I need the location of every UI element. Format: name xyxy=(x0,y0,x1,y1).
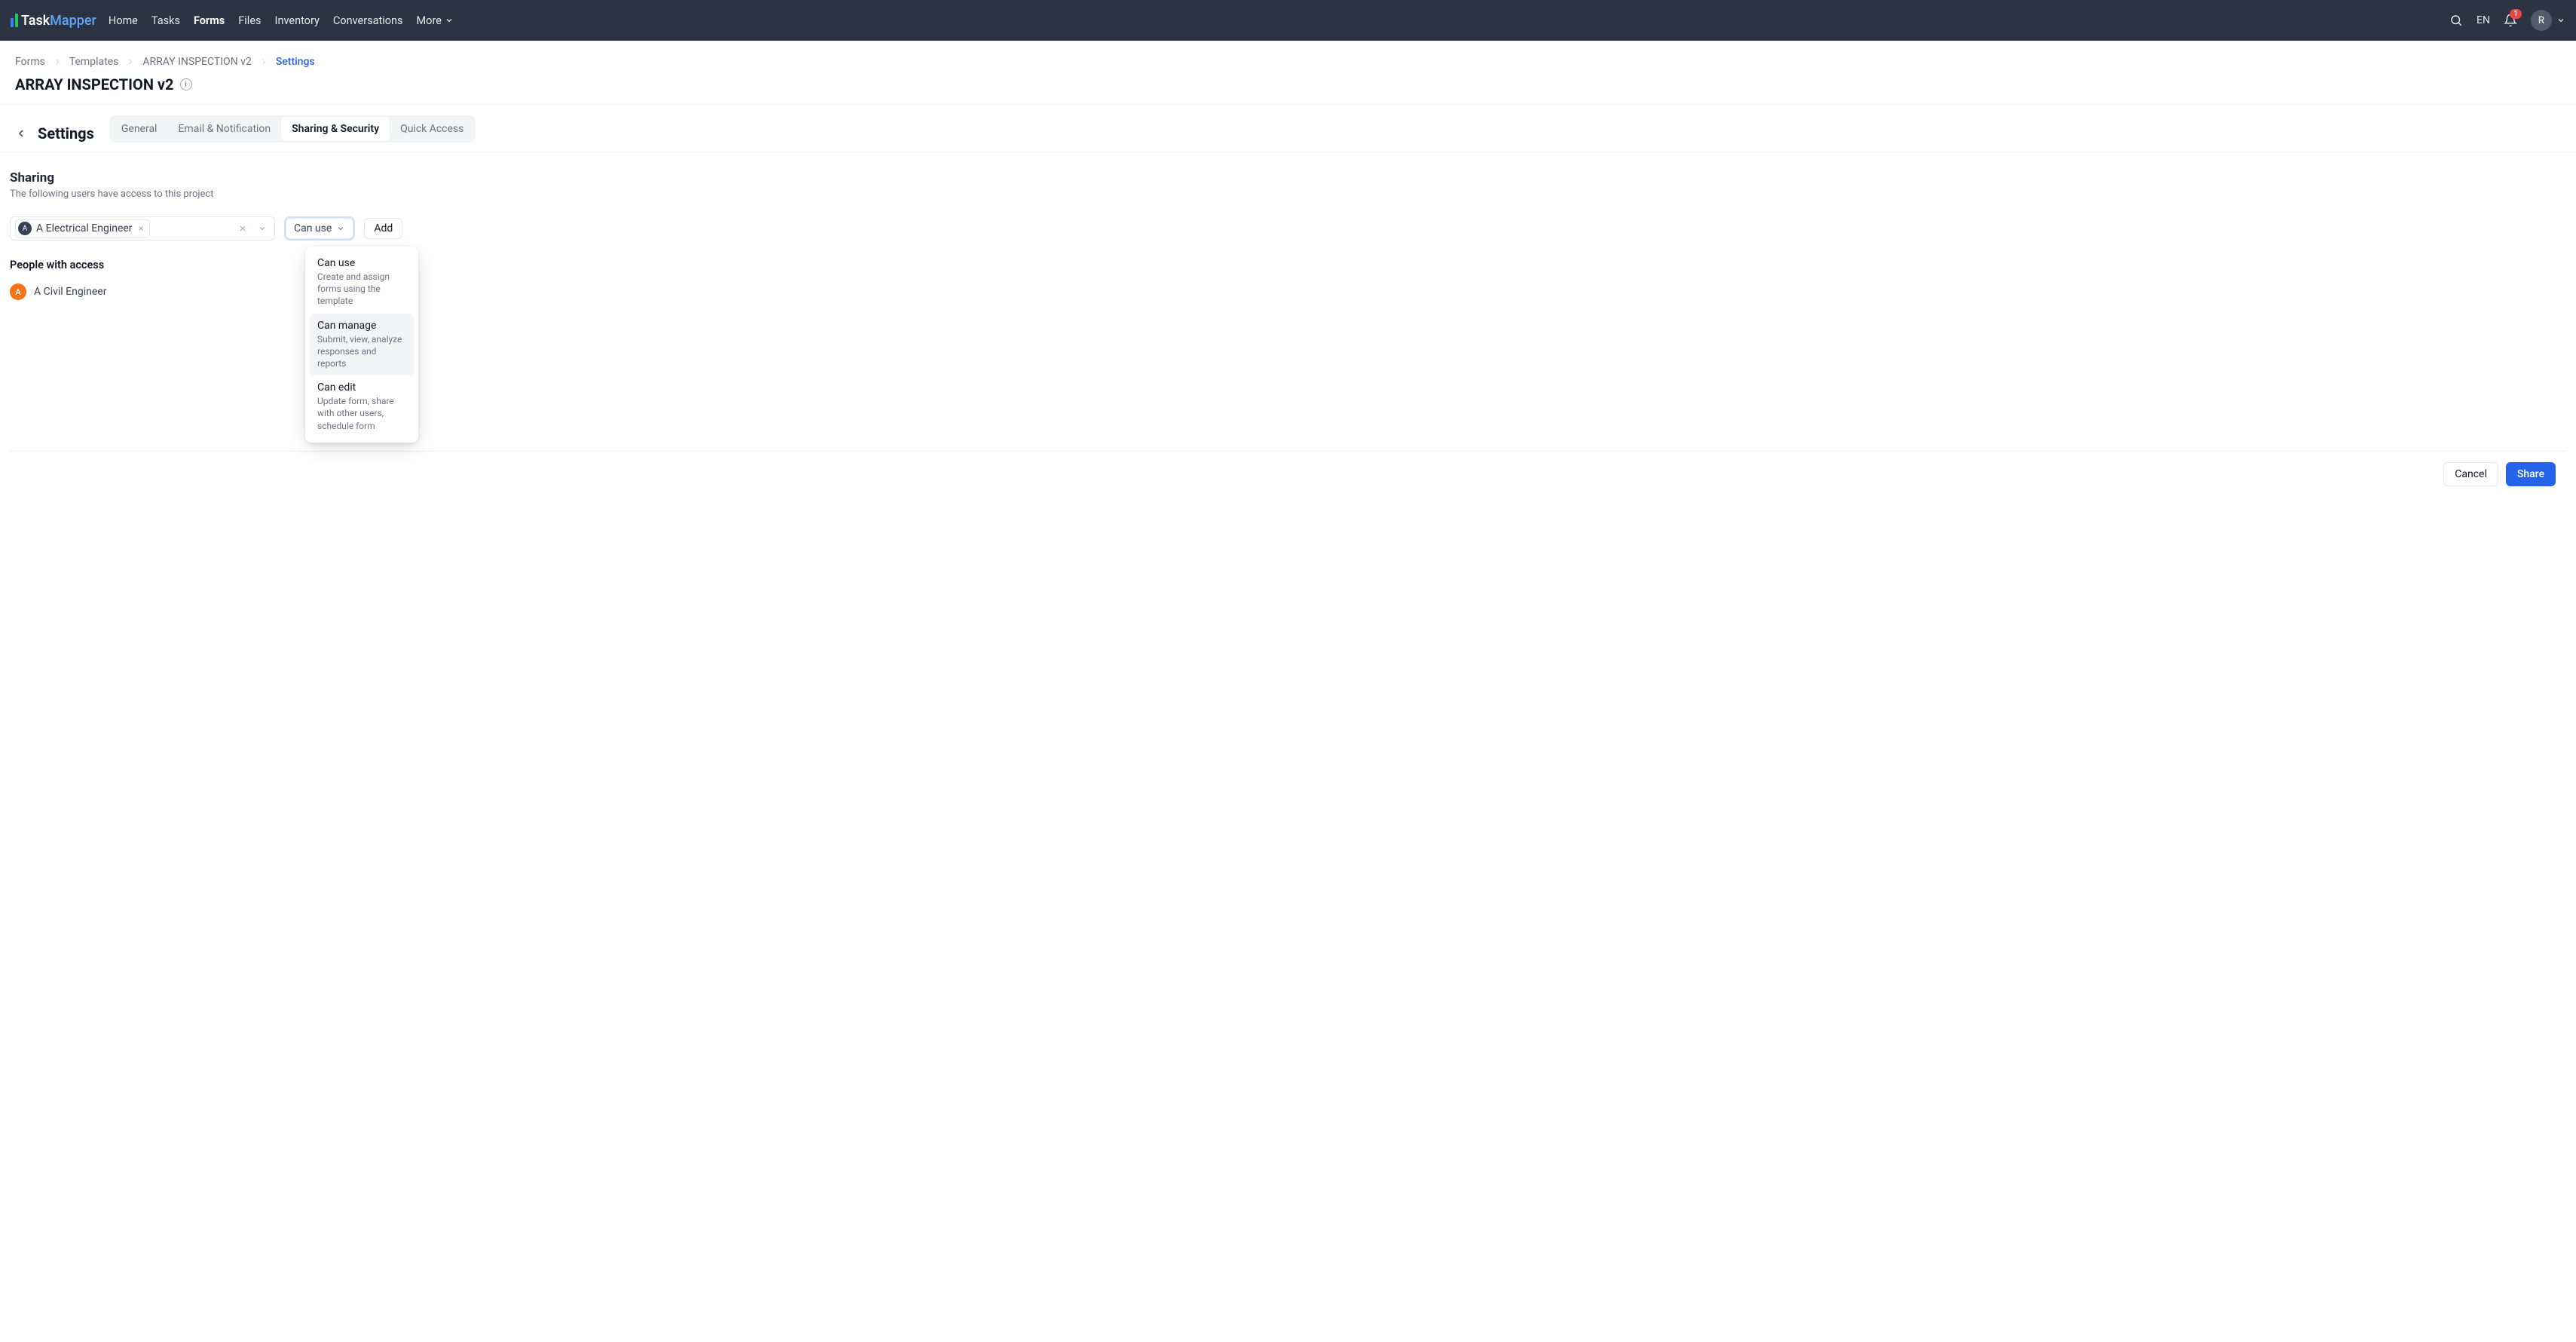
chevron-right-icon xyxy=(259,57,268,66)
tab-sharing-security[interactable]: Sharing & Security xyxy=(281,117,390,141)
chevron-right-icon xyxy=(53,57,62,66)
permission-dropdown: Can use Create and assign forms using th… xyxy=(305,247,418,443)
chevron-right-icon xyxy=(126,57,135,66)
add-button[interactable]: Add xyxy=(364,218,402,239)
nav-files[interactable]: Files xyxy=(238,14,261,27)
chevron-down-icon xyxy=(336,224,345,233)
settings-tabs: General Email & Notification Sharing & S… xyxy=(109,115,476,142)
nav-tasks[interactable]: Tasks xyxy=(151,14,180,27)
avatar: R xyxy=(2531,10,2552,31)
permission-option-can-edit[interactable]: Can edit Update form, share with other u… xyxy=(310,375,414,438)
permission-option-can-use[interactable]: Can use Create and assign forms using th… xyxy=(310,251,414,314)
logo-icon xyxy=(11,14,18,27)
notifications-button[interactable]: 1 xyxy=(2504,14,2517,27)
user-menu[interactable]: R xyxy=(2531,10,2565,31)
logo[interactable]: TaskMapper xyxy=(11,13,96,29)
breadcrumb: Forms Templates ARRAY INSPECTION v2 Sett… xyxy=(15,56,2561,68)
crumb-settings[interactable]: Settings xyxy=(276,56,315,68)
permission-select[interactable]: Can use xyxy=(286,218,353,239)
info-icon[interactable]: i xyxy=(180,78,192,90)
nav-more[interactable]: More xyxy=(417,14,454,27)
person-avatar: A xyxy=(10,283,26,300)
cancel-button[interactable]: Cancel xyxy=(2443,462,2498,486)
multiselect-clear-icon[interactable] xyxy=(235,224,250,233)
page-title: ARRAY INSPECTION v2 xyxy=(15,75,174,93)
chip-remove-icon[interactable] xyxy=(137,225,145,232)
user-multiselect[interactable]: A A Electrical Engineer xyxy=(10,216,275,241)
settings-heading: Settings xyxy=(38,124,94,142)
tab-quick-access[interactable]: Quick Access xyxy=(390,117,474,141)
search-icon[interactable] xyxy=(2449,14,2463,27)
chip-avatar: A xyxy=(18,222,32,235)
topbar-right: EN 1 R xyxy=(2449,10,2565,31)
permission-option-can-manage[interactable]: Can manage Submit, view, analyze respons… xyxy=(310,314,414,376)
nav-links: Home Tasks Forms Files Inventory Convers… xyxy=(109,14,454,27)
permission-option-desc: Submit, view, analyze responses and repo… xyxy=(317,333,406,370)
chip-label: A Electrical Engineer xyxy=(36,222,133,234)
footer-actions: Cancel Share xyxy=(10,452,2566,497)
crumb-template-name[interactable]: ARRAY INSPECTION v2 xyxy=(142,56,251,68)
breadcrumb-area: Forms Templates ARRAY INSPECTION v2 Sett… xyxy=(0,41,2576,105)
multiselect-caret-icon[interactable] xyxy=(255,224,270,233)
tab-general[interactable]: General xyxy=(111,117,168,141)
permission-option-title: Can use xyxy=(317,257,406,269)
permission-option-desc: Create and assign forms using the templa… xyxy=(317,271,406,308)
nav-more-label: More xyxy=(417,14,442,27)
user-chip: A A Electrical Engineer xyxy=(15,219,150,237)
back-button[interactable] xyxy=(15,127,27,139)
permission-select-label: Can use xyxy=(294,222,332,234)
sharing-subtitle: The following users have access to this … xyxy=(10,188,2566,200)
chevron-down-icon xyxy=(445,16,454,25)
permission-option-title: Can manage xyxy=(317,320,406,332)
notification-badge: 1 xyxy=(2510,9,2522,19)
sharing-section: Sharing The following users have access … xyxy=(0,152,2576,497)
crumb-templates[interactable]: Templates xyxy=(69,56,119,68)
topbar: TaskMapper Home Tasks Forms Files Invent… xyxy=(0,0,2576,41)
share-button[interactable]: Share xyxy=(2506,462,2556,486)
permission-option-title: Can edit xyxy=(317,381,406,394)
logo-text-a: Task xyxy=(21,13,50,29)
share-input-row: A A Electrical Engineer Can use Add Can … xyxy=(10,216,2566,241)
settings-area: Settings General Email & Notification Sh… xyxy=(0,105,2576,152)
crumb-forms[interactable]: Forms xyxy=(15,56,45,68)
chevron-down-icon xyxy=(2556,16,2565,25)
tab-email-notification[interactable]: Email & Notification xyxy=(167,117,281,141)
nav-home[interactable]: Home xyxy=(109,14,138,27)
language-toggle[interactable]: EN xyxy=(2477,14,2490,26)
logo-text-b: Mapper xyxy=(50,13,96,29)
permission-option-desc: Update form, share with other users, sch… xyxy=(317,395,406,432)
chevron-left-icon xyxy=(15,127,27,139)
nav-conversations[interactable]: Conversations xyxy=(333,14,403,27)
sharing-title: Sharing xyxy=(10,170,2566,185)
nav-inventory[interactable]: Inventory xyxy=(275,14,320,27)
person-name: A Civil Engineer xyxy=(34,286,106,298)
nav-forms[interactable]: Forms xyxy=(194,14,225,27)
